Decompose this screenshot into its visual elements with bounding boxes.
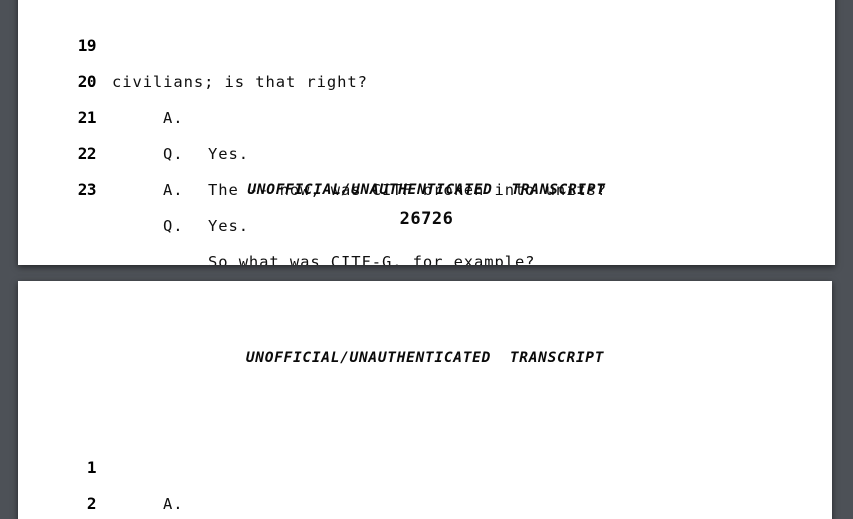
transcript-stamp-footer: UNOFFICIAL/UNAUTHENTICATED TRANSCRIPT: [247, 182, 606, 198]
transcript-line-22[interactable]: 22 A. Yes.: [18, 100, 835, 235]
page-number-footer: 26726: [399, 209, 454, 229]
transcript-line-2[interactable]: 2 Q. And what was the role or responsibi…: [18, 450, 832, 513]
transcript-line-3[interactable]: 3 CITF-GTMO?: [18, 486, 832, 519]
transcript-line-19[interactable]: 19 civilians; is that right?: [18, 0, 835, 91]
document-page-26727[interactable]: UNOFFICIAL/UNAUTHENTICATED TRANSCRIPT 1 …: [18, 281, 832, 519]
line-text: So what was CITF-G, for example?: [208, 253, 536, 265]
transcript-stamp-header: UNOFFICIAL/UNAUTHENTICATED TRANSCRIPT: [245, 350, 605, 366]
transcript-line-20[interactable]: 20 A. Yes.: [18, 28, 835, 163]
document-page-26726[interactable]: 19 civilians; is that right? 20 A. Yes. …: [18, 0, 835, 265]
transcript-line-23[interactable]: 23 Q. So what was CITF-G, for example?: [18, 136, 835, 265]
pdf-viewer-canvas[interactable]: 19 civilians; is that right? 20 A. Yes. …: [0, 0, 853, 519]
transcript-line-1[interactable]: 1 A. That would be CITF-GTMO.: [18, 414, 832, 513]
transcript-line-21[interactable]: 21 Q. The -- now, was CITF broken into u…: [18, 64, 835, 199]
